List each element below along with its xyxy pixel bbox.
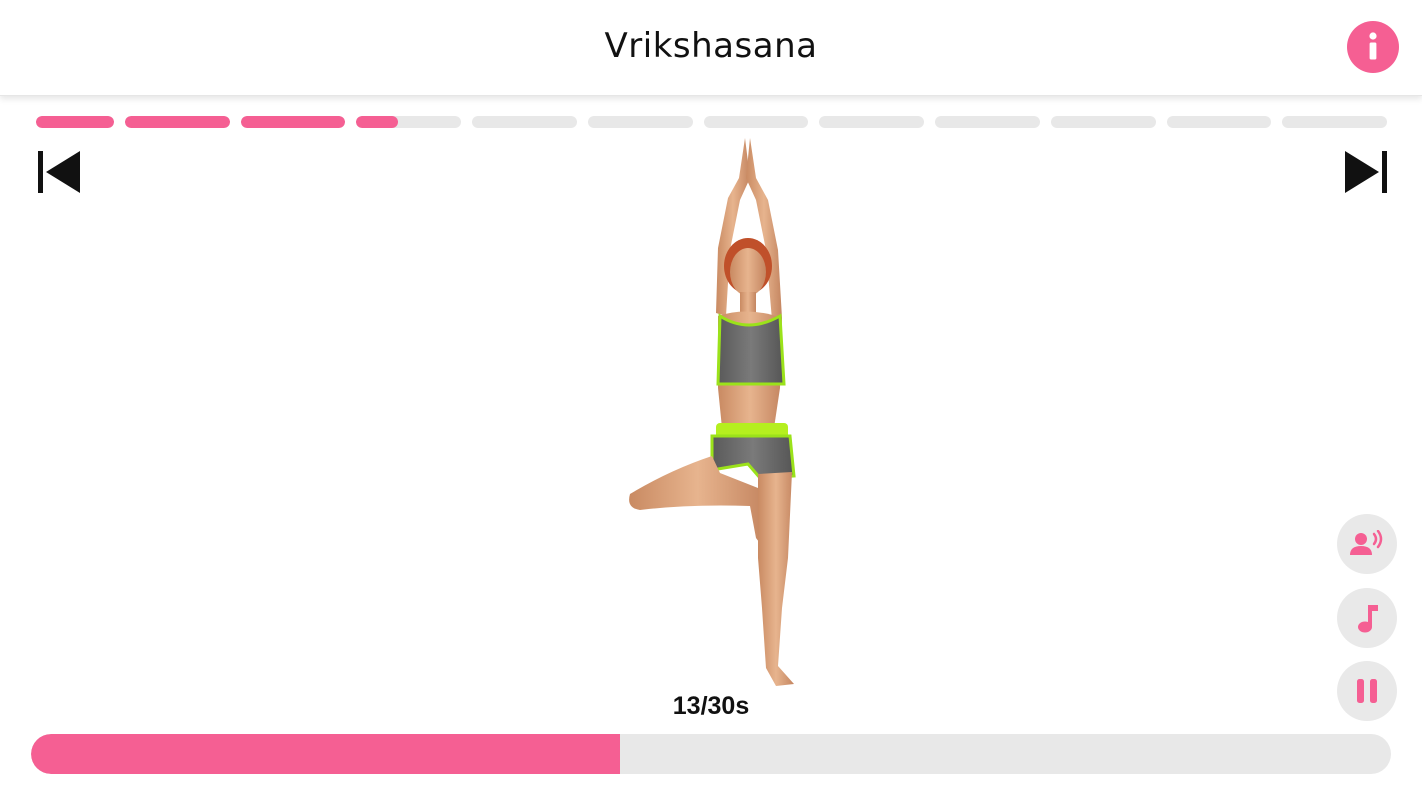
sequence-segment	[587, 116, 693, 128]
exercise-time-progress	[31, 734, 1391, 774]
info-icon	[1369, 32, 1377, 60]
sequence-segment-fill	[125, 116, 230, 128]
info-button[interactable]	[1347, 21, 1399, 73]
exercise-time-progress-fill	[31, 734, 620, 774]
music-button[interactable]	[1337, 588, 1397, 648]
voice-guide-icon	[1350, 530, 1383, 555]
sequence-segment	[1166, 116, 1272, 128]
exercise-timer: 13/30s	[672, 692, 750, 720]
previous-exercise-button[interactable]	[36, 150, 82, 194]
sequence-segment-fill	[36, 116, 114, 128]
next-exercise-button[interactable]	[1343, 150, 1389, 194]
sequence-segment	[36, 116, 114, 128]
music-note-icon	[1358, 605, 1378, 633]
skip-previous-icon	[38, 151, 80, 193]
sequence-segment	[125, 116, 230, 128]
skip-next-icon	[1345, 151, 1387, 193]
sequence-segment	[1050, 116, 1156, 128]
sequence-segment	[240, 116, 346, 128]
sequence-segment	[703, 116, 809, 128]
sequence-segment	[356, 116, 462, 128]
pause-button[interactable]	[1337, 661, 1397, 721]
pose-illustration	[600, 138, 820, 690]
voice-guide-button[interactable]	[1337, 514, 1397, 574]
exercise-sequence-progress	[36, 116, 1387, 128]
pause-icon	[1357, 679, 1377, 703]
sequence-segment	[819, 116, 925, 128]
sequence-segment-fill	[240, 116, 346, 128]
sequence-segment	[1282, 116, 1387, 128]
sequence-segment	[472, 116, 577, 128]
sequence-segment-fill	[356, 116, 399, 128]
sequence-segment	[935, 116, 1040, 128]
top-bar: Vrikshasana	[0, 0, 1422, 96]
page-title: Vrikshasana	[604, 26, 818, 66]
